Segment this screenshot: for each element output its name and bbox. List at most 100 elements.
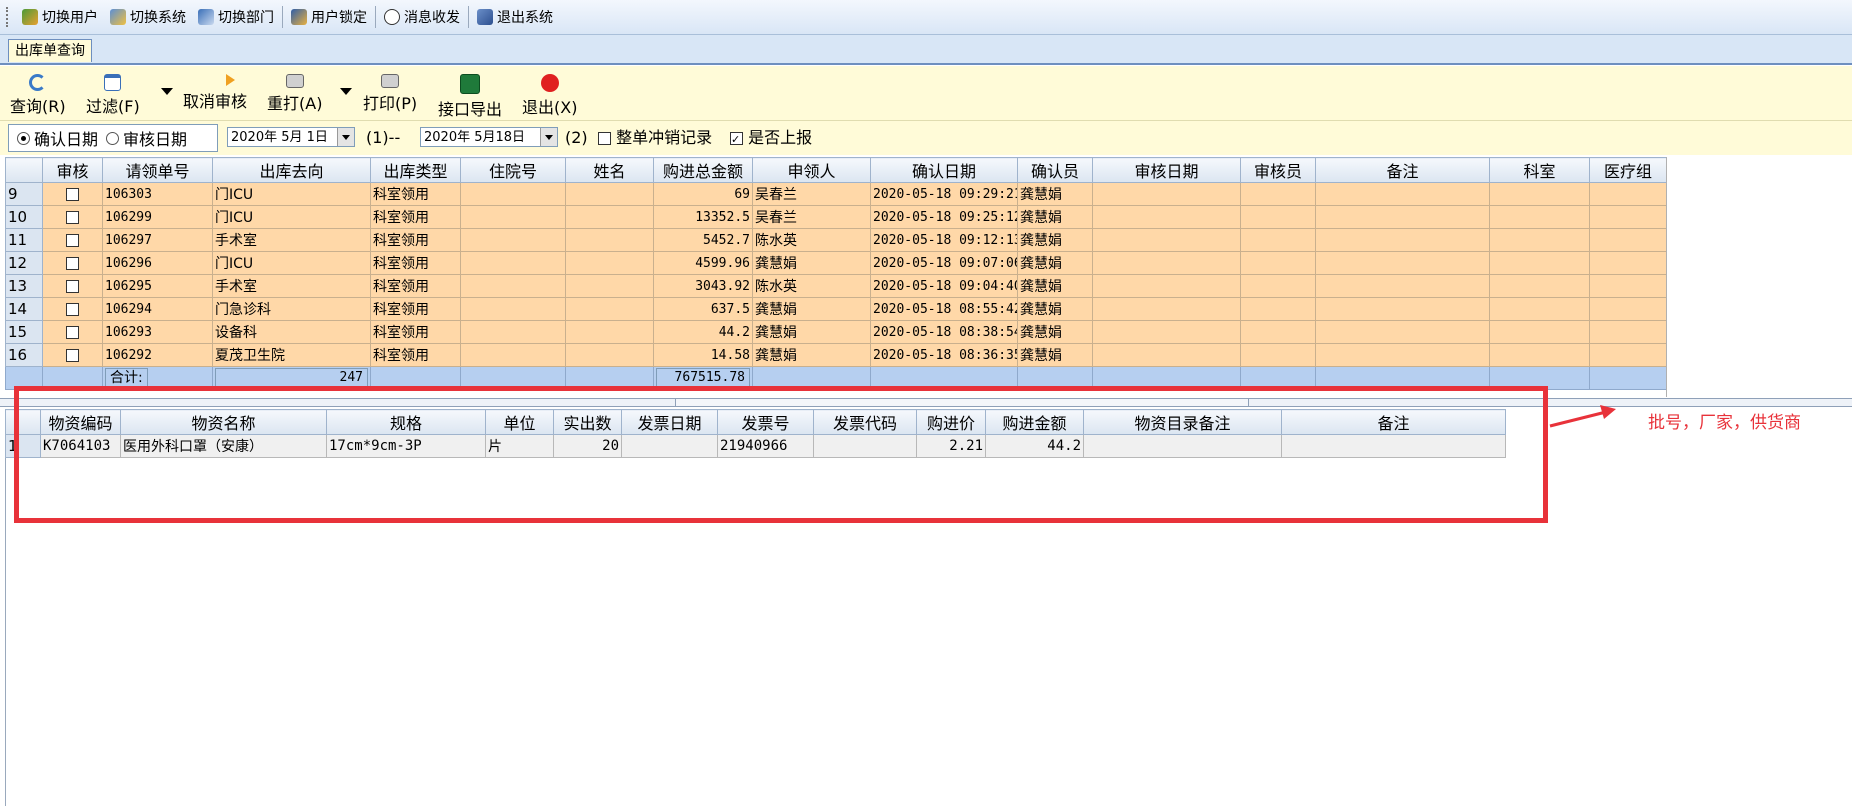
radio-audit-date[interactable] — [106, 131, 120, 145]
table-row[interactable]: 14 106294 门急诊科 科室领用 637.5 龚慧娟 2020-05-18 08:55… — [5, 297, 1667, 321]
cell-amount[interactable]: 13352.5 — [653, 205, 753, 229]
table-cell[interactable] — [1489, 274, 1590, 298]
audit-checkbox[interactable] — [66, 256, 79, 270]
cell-date[interactable]: 2020-05-18 08:36:35 — [870, 343, 1018, 367]
column-header[interactable]: 确认日期 — [870, 157, 1018, 183]
cell-type[interactable]: 科室领用 — [370, 228, 461, 252]
table-cell[interactable] — [565, 274, 654, 298]
print-button[interactable]: 打印(P) — [363, 74, 417, 120]
cell-dest[interactable]: 门ICU — [212, 182, 371, 206]
cell-applicant[interactable]: 龚慧娟 — [752, 343, 871, 367]
cell-dest[interactable]: 门急诊科 — [212, 297, 371, 321]
audit-checkbox[interactable] — [66, 279, 79, 293]
audit-checkbox-cell[interactable] — [42, 251, 103, 275]
table-cell[interactable] — [1489, 205, 1590, 229]
user-lock-button[interactable]: 用户锁定 — [285, 4, 373, 30]
cell-date[interactable]: 2020-05-18 09:12:13 — [870, 228, 1018, 252]
table-cell[interactable] — [1092, 182, 1241, 206]
cell-dest[interactable]: 手术室 — [212, 274, 371, 298]
table-cell[interactable] — [1240, 297, 1316, 321]
cell-id[interactable]: 106299 — [102, 205, 213, 229]
table-cell[interactable] — [1489, 228, 1590, 252]
table-cell[interactable] — [1240, 320, 1316, 344]
column-header[interactable]: 姓名 — [565, 157, 654, 183]
switch-department-button[interactable]: 切换部门 — [192, 4, 280, 30]
table-cell[interactable] — [565, 320, 654, 344]
cell-amount[interactable]: 637.5 — [653, 297, 753, 321]
cell-type[interactable]: 科室领用 — [370, 182, 461, 206]
row-number[interactable]: 9 — [5, 182, 43, 206]
cell-date[interactable]: 2020-05-18 09:29:21 — [870, 182, 1018, 206]
column-header[interactable]: 审核 — [42, 157, 103, 183]
cell-id[interactable]: 106294 — [102, 297, 213, 321]
column-header[interactable]: 出库去向 — [212, 157, 371, 183]
date-to-picker[interactable]: 2020年 5月18日 — [420, 127, 558, 147]
table-cell[interactable] — [565, 343, 654, 367]
cell-amount[interactable]: 5452.7 — [653, 228, 753, 252]
table-cell[interactable] — [565, 205, 654, 229]
table-cell[interactable] — [1315, 343, 1490, 367]
table-cell[interactable] — [1092, 297, 1241, 321]
cell-dest[interactable]: 设备科 — [212, 320, 371, 344]
table-cell[interactable] — [1315, 274, 1490, 298]
table-cell[interactable] — [1240, 182, 1316, 206]
cell-amount[interactable]: 44.2 — [653, 320, 753, 344]
table-row[interactable]: 9 106303 门ICU 科室领用 69 吴春兰 2020-05-18 09:29:21 龚… — [5, 182, 1667, 206]
table-cell[interactable] — [460, 343, 566, 367]
audit-checkbox[interactable] — [66, 302, 79, 316]
row-number[interactable]: 12 — [5, 251, 43, 275]
audit-checkbox[interactable] — [66, 348, 79, 362]
radio-confirm-date[interactable] — [17, 131, 30, 145]
cell-applicant[interactable]: 吴春兰 — [752, 182, 871, 206]
exit-system-button[interactable]: 退出系统 — [471, 4, 559, 30]
table-cell[interactable] — [1315, 182, 1490, 206]
table-row[interactable]: 13 106295 手术室 科室领用 3043.92 陈水英 2020-05-18 09:0… — [5, 274, 1667, 298]
cell-applicant[interactable]: 龚慧娟 — [752, 320, 871, 344]
cell-confirmer[interactable]: 龚慧娟 — [1017, 205, 1093, 229]
audit-checkbox[interactable] — [66, 325, 79, 339]
table-cell[interactable] — [1589, 297, 1667, 321]
row-number[interactable]: 11 — [5, 228, 43, 252]
cell-date[interactable]: 2020-05-18 09:07:06 — [870, 251, 1018, 275]
cell-amount[interactable]: 4599.96 — [653, 251, 753, 275]
audit-checkbox[interactable] — [66, 233, 79, 247]
cell-date[interactable]: 2020-05-18 09:04:40 — [870, 274, 1018, 298]
table-cell[interactable] — [1589, 228, 1667, 252]
row-number[interactable]: 10 — [5, 205, 43, 229]
cell-applicant[interactable]: 陈水英 — [752, 228, 871, 252]
cell-date[interactable]: 2020-05-18 09:25:12 — [870, 205, 1018, 229]
column-header[interactable]: 出库类型 — [370, 157, 461, 183]
table-row[interactable]: 10 106299 门ICU 科室领用 13352.5 吴春兰 2020-05-18 09:… — [5, 205, 1667, 229]
cancel-audit-button[interactable]: 取消审核 — [183, 74, 247, 120]
cell-applicant[interactable]: 吴春兰 — [752, 205, 871, 229]
table-cell[interactable] — [1092, 251, 1241, 275]
audit-checkbox-cell[interactable] — [42, 320, 103, 344]
table-cell[interactable] — [565, 228, 654, 252]
column-header[interactable]: 购进总金额 — [653, 157, 753, 183]
cell-confirmer[interactable]: 龚慧娟 — [1017, 343, 1093, 367]
cell-confirmer[interactable]: 龚慧娟 — [1017, 274, 1093, 298]
cell-dest[interactable]: 门ICU — [212, 205, 371, 229]
column-header[interactable]: 住院号 — [460, 157, 566, 183]
audit-checkbox-cell[interactable] — [42, 182, 103, 206]
cell-type[interactable]: 科室领用 — [370, 205, 461, 229]
table-cell[interactable] — [1589, 251, 1667, 275]
table-cell[interactable] — [1589, 205, 1667, 229]
table-cell[interactable] — [1489, 320, 1590, 344]
cell-type[interactable]: 科室领用 — [370, 320, 461, 344]
row-number[interactable]: 15 — [5, 320, 43, 344]
table-cell[interactable] — [1489, 182, 1590, 206]
reported-checkbox[interactable] — [730, 129, 743, 151]
column-header[interactable]: 医疗组 — [1589, 157, 1667, 183]
table-cell[interactable] — [1589, 182, 1667, 206]
row-number[interactable]: 14 — [5, 297, 43, 321]
table-cell[interactable] — [1092, 320, 1241, 344]
table-cell[interactable] — [460, 228, 566, 252]
cell-type[interactable]: 科室领用 — [370, 274, 461, 298]
cell-date[interactable]: 2020-05-18 08:55:42 — [870, 297, 1018, 321]
table-cell[interactable] — [1092, 343, 1241, 367]
toolbar-grip[interactable] — [6, 7, 12, 27]
column-header[interactable]: 审核日期 — [1092, 157, 1241, 183]
table-cell[interactable] — [565, 251, 654, 275]
table-row[interactable]: 12 106296 门ICU 科室领用 4599.96 龚慧娟 2020-05-18 09:… — [5, 251, 1667, 275]
